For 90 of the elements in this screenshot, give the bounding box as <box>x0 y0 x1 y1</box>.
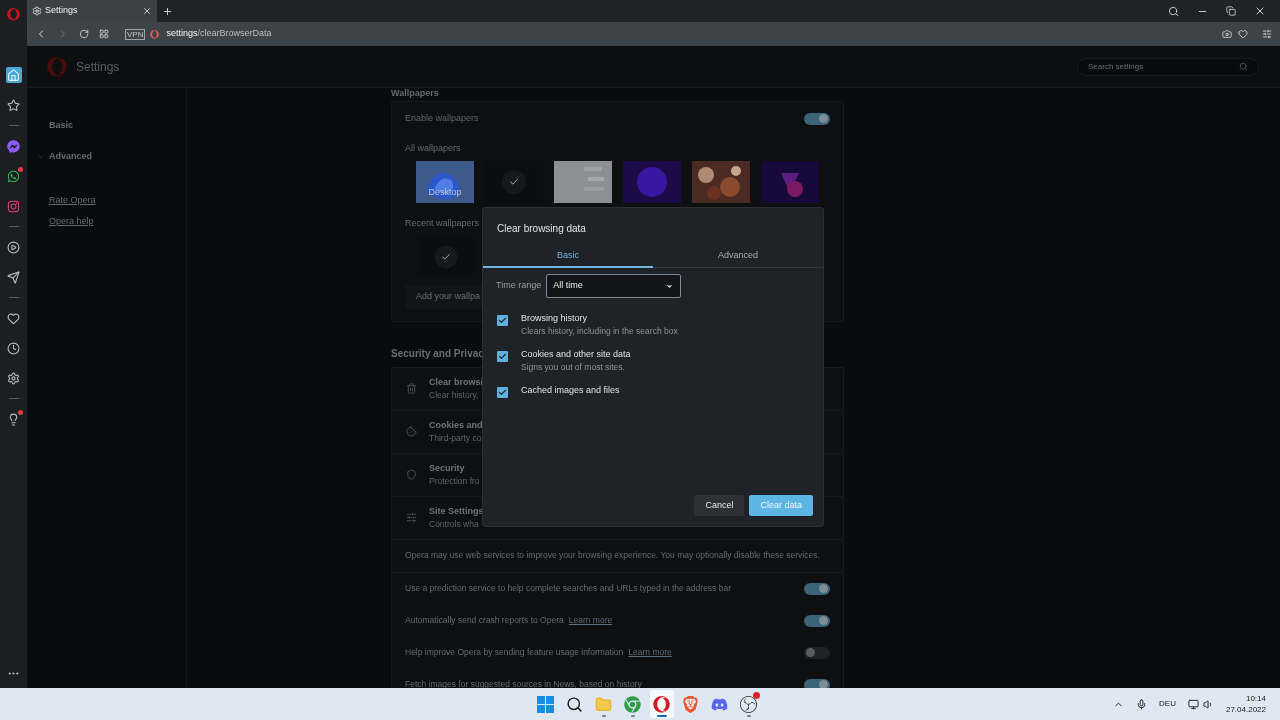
wallpaper-thumbnail[interactable] <box>692 161 750 203</box>
sliders-icon <box>406 512 417 523</box>
opera-logo-icon <box>150 29 160 39</box>
dialog-title: Clear browsing data <box>496 222 587 236</box>
camera-icon[interactable] <box>1222 29 1232 39</box>
learn-more-link[interactable]: Learn more <box>628 646 672 659</box>
setting-label: Use a prediction service to help complete searches and URLs typed in the address bar <box>405 582 731 595</box>
setting-label: Help improve Opera by sending feature usage information <box>405 646 624 659</box>
trash-icon <box>406 383 417 394</box>
nav-item[interactable]: Basic <box>49 119 74 133</box>
wallpaper-thumbnail[interactable]: Desktop <box>416 161 474 203</box>
setting-description: Clear history, <box>429 388 480 402</box>
time-range-select[interactable]: All time <box>546 274 682 298</box>
opera-logo-icon <box>47 56 67 77</box>
shield-icon <box>406 469 417 480</box>
menu-icon[interactable] <box>1262 29 1272 39</box>
tab-title: Settings <box>45 4 78 18</box>
setting-description: Protection fro <box>429 474 480 488</box>
vpn-badge[interactable]: VPN <box>125 28 146 40</box>
setting-description: Controls wha <box>429 517 480 531</box>
dialog-tab[interactable]: Basic <box>483 246 653 268</box>
checkbox[interactable] <box>497 315 508 326</box>
microphone-icon[interactable] <box>1136 698 1148 710</box>
option-title: Cached images and files <box>521 384 620 397</box>
section-heading: Security and Privac <box>391 346 484 361</box>
clear-data-button[interactable]: Clear data <box>749 495 813 516</box>
nav-link[interactable]: Rate Opera <box>49 194 96 208</box>
wallpaper-thumbnail[interactable] <box>623 161 681 203</box>
running-indicator <box>656 715 667 717</box>
checkbox[interactable] <box>497 387 508 398</box>
option-description: Signs you out of most sites. <box>521 361 626 374</box>
section-heading: Wallpapers <box>391 88 439 99</box>
settings-icon <box>32 6 42 16</box>
clock-date[interactable]: 27.04.2022 <box>1225 704 1266 715</box>
search-settings-field[interactable]: Search settings <box>1077 57 1259 76</box>
new-tab-icon[interactable] <box>162 5 173 17</box>
learn-more-link[interactable]: Learn more <box>568 614 613 627</box>
toggle-switch[interactable] <box>804 614 830 627</box>
thumbnail-caption: Desktop <box>428 185 462 199</box>
setting-label: Enable wallpapers <box>405 112 479 125</box>
dialog-tab[interactable]: Advanced <box>653 246 823 268</box>
obs-icon[interactable] <box>740 695 757 713</box>
toggle-switch[interactable] <box>804 112 830 125</box>
wallpaper-thumbnail[interactable] <box>761 161 819 203</box>
volume-icon[interactable] <box>1202 698 1214 710</box>
running-indicator <box>746 715 751 717</box>
page-title: Settings <box>76 58 120 76</box>
speed-dial-icon[interactable] <box>99 29 109 39</box>
running-indicator <box>601 715 606 717</box>
check-icon <box>509 177 519 187</box>
address-field[interactable]: settings/clearBrowserData <box>166 27 272 41</box>
search-icon[interactable] <box>566 695 583 713</box>
language-indicator[interactable]: DEU <box>1159 698 1176 710</box>
close-tab-icon[interactable] <box>142 6 152 16</box>
wallpaper-thumbnail[interactable] <box>554 161 612 203</box>
setting-title[interactable]: Security <box>429 461 480 475</box>
setting-title[interactable]: Site Settings <box>429 504 484 518</box>
check-icon <box>441 251 451 262</box>
close-icon[interactable] <box>1254 5 1266 17</box>
setting-description: Third-party co <box>429 431 483 445</box>
setting-label: All wallpapers <box>405 141 461 155</box>
nav-item[interactable]: Advanced <box>49 150 92 164</box>
nav-link[interactable]: Opera help <box>49 215 94 229</box>
lion-icon[interactable] <box>682 695 699 713</box>
services-notice: Opera may use web services to improve your browsing experience. You may optionally disable these services. <box>405 549 820 562</box>
heart-icon[interactable] <box>1238 29 1248 39</box>
restore-icon[interactable] <box>1226 6 1236 16</box>
clock-time[interactable]: 10:14 <box>1245 693 1266 704</box>
running-indicator <box>630 715 635 717</box>
setting-title[interactable]: Clear browsi <box>429 375 484 389</box>
option-title: Browsing history <box>521 312 589 325</box>
cancel-button[interactable]: Cancel <box>694 495 745 516</box>
toggle-switch[interactable] <box>804 582 830 595</box>
option-description: Clears history, including in the search box <box>521 325 678 338</box>
search-icon[interactable] <box>1168 5 1179 17</box>
reload-icon[interactable] <box>79 29 89 39</box>
windows-start-icon[interactable] <box>537 695 554 713</box>
search-icon <box>1239 62 1248 71</box>
network-icon[interactable] <box>1187 698 1199 710</box>
setting-label: Fetch images for suggested sources in News, based on history <box>405 678 642 688</box>
cookie-icon <box>406 426 417 437</box>
option-title: Cookies and other site data <box>521 348 631 361</box>
setting-label: Recent wallpapers <box>405 217 480 230</box>
checkbox[interactable] <box>497 351 508 362</box>
chrome-icon[interactable] <box>624 695 641 713</box>
setting-label: Automatically send crash reports to Opera <box>405 614 564 627</box>
toggle-switch[interactable] <box>804 646 830 659</box>
browser-tab[interactable]: Settings <box>27 0 157 22</box>
opera-icon[interactable] <box>653 695 670 713</box>
setting-title[interactable]: Cookies and <box>429 418 483 432</box>
